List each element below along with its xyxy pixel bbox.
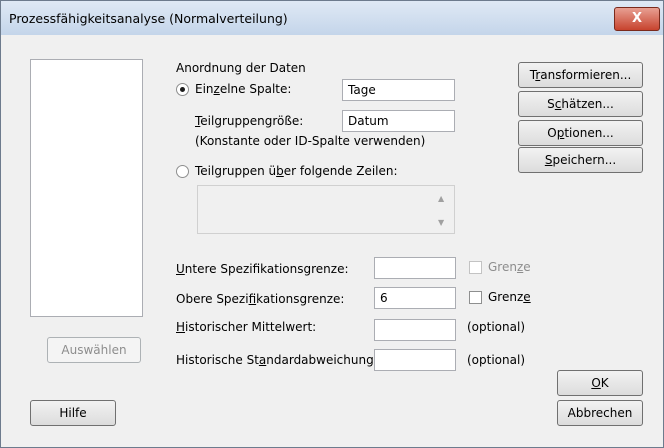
label-part: Teilgruppen ü bbox=[195, 164, 277, 178]
upper-spec-label: Obere Spezifikationsgrenze: bbox=[176, 292, 344, 306]
single-column-input[interactable]: Tage bbox=[342, 79, 455, 101]
single-column-radio[interactable] bbox=[176, 83, 189, 96]
label-part: tionen... bbox=[564, 126, 614, 140]
hist-mean-input[interactable] bbox=[374, 319, 456, 341]
help-button[interactable]: Hilfe bbox=[30, 400, 116, 426]
label-part: S bbox=[547, 97, 555, 111]
upper-spec-value: 6 bbox=[380, 291, 388, 305]
radio-selected-dot bbox=[180, 87, 185, 92]
subgroup-size-label: Teilgruppengröße: bbox=[195, 114, 303, 128]
label-part: hätzen... bbox=[561, 97, 614, 111]
label-part: Historische St bbox=[176, 353, 259, 367]
upper-bound-checkbox[interactable] bbox=[469, 291, 482, 304]
label-part: ansformieren... bbox=[540, 68, 632, 82]
label-part: Ein bbox=[195, 82, 214, 96]
label-part: peichern... bbox=[552, 153, 617, 167]
label-part: ntere Spezifikationsgrenze: bbox=[184, 262, 349, 276]
mnemonic: b bbox=[276, 164, 284, 178]
ok-button[interactable]: OK bbox=[557, 370, 643, 396]
label-part: O bbox=[547, 126, 557, 140]
upper-spec-input[interactable]: 6 bbox=[374, 287, 456, 309]
dialog-window: Prozessfähigkeitsanalyse (Normalverteilu… bbox=[0, 0, 664, 448]
hist-sd-input[interactable] bbox=[374, 349, 456, 371]
scroll-down-icon: ▼ bbox=[438, 218, 445, 227]
arrangement-label: Anordnung der Daten bbox=[176, 61, 306, 75]
subgroup-size-input[interactable]: Datum bbox=[342, 110, 455, 132]
mnemonic: H bbox=[176, 320, 186, 334]
save-button[interactable]: Speichern... bbox=[518, 147, 643, 173]
transform-button[interactable]: Transformieren... bbox=[518, 62, 643, 88]
single-column-value: Tage bbox=[348, 83, 376, 97]
close-button[interactable]: X bbox=[614, 7, 660, 31]
scroll-up-icon: ▲ bbox=[438, 194, 445, 203]
label-part: K bbox=[600, 376, 609, 390]
upper-bound-label[interactable]: Grenze bbox=[488, 290, 531, 304]
estimate-button[interactable]: Schätzen... bbox=[518, 91, 643, 117]
mnemonic: f bbox=[248, 292, 257, 306]
mnemonic: U bbox=[176, 262, 185, 276]
label-part: ndardabweichung: bbox=[266, 353, 378, 367]
hist-mean-note: (optional) bbox=[467, 320, 525, 334]
label-part: er folgende Zeilen: bbox=[283, 164, 398, 178]
hist-sd-label: Historische Standardabweichung: bbox=[176, 353, 378, 367]
label-part: elne Spalte: bbox=[219, 82, 292, 96]
cancel-button[interactable]: Abbrechen bbox=[557, 400, 643, 426]
lower-spec-label: Untere Spezifikationsgrenze: bbox=[176, 262, 349, 276]
label-part: Gren bbox=[488, 260, 517, 274]
label-part: istorischer Mittelwert: bbox=[185, 320, 317, 334]
label-part: Grenz bbox=[488, 290, 524, 304]
options-button[interactable]: Optionen... bbox=[518, 120, 643, 146]
subgroups-rows-label[interactable]: Teilgruppen über folgende Zeilen: bbox=[195, 164, 398, 178]
variable-list[interactable] bbox=[30, 59, 143, 317]
subgroups-rows-radio[interactable] bbox=[176, 165, 189, 178]
mnemonic: e bbox=[523, 290, 531, 304]
lower-bound-checkbox bbox=[469, 261, 482, 274]
label-part: eilgruppengröße: bbox=[200, 114, 304, 128]
mnemonic: O bbox=[591, 376, 601, 390]
label-part: e bbox=[523, 260, 531, 274]
title-bar: Prozessfähigkeitsanalyse (Normalverteilu… bbox=[1, 1, 663, 35]
single-column-label[interactable]: Einzelne Spalte: bbox=[195, 82, 291, 96]
lower-bound-label: Grenze bbox=[488, 260, 531, 274]
hist-sd-note: (optional) bbox=[467, 353, 525, 367]
subgroup-size-value: Datum bbox=[348, 114, 389, 128]
lower-spec-input[interactable] bbox=[374, 257, 456, 279]
select-button: Auswählen bbox=[47, 337, 141, 363]
hist-mean-label: Historischer Mittelwert: bbox=[176, 320, 316, 334]
dialog-title: Prozessfähigkeitsanalyse (Normalverteilu… bbox=[9, 11, 288, 26]
label-part: Obere Spezi bbox=[176, 292, 249, 306]
hint-text: (Konstante oder ID-Spalte verwenden) bbox=[195, 134, 426, 148]
label-part: ikationsgrenze: bbox=[256, 292, 345, 306]
subgroups-rows-textarea: ▲ ▼ bbox=[197, 185, 455, 234]
